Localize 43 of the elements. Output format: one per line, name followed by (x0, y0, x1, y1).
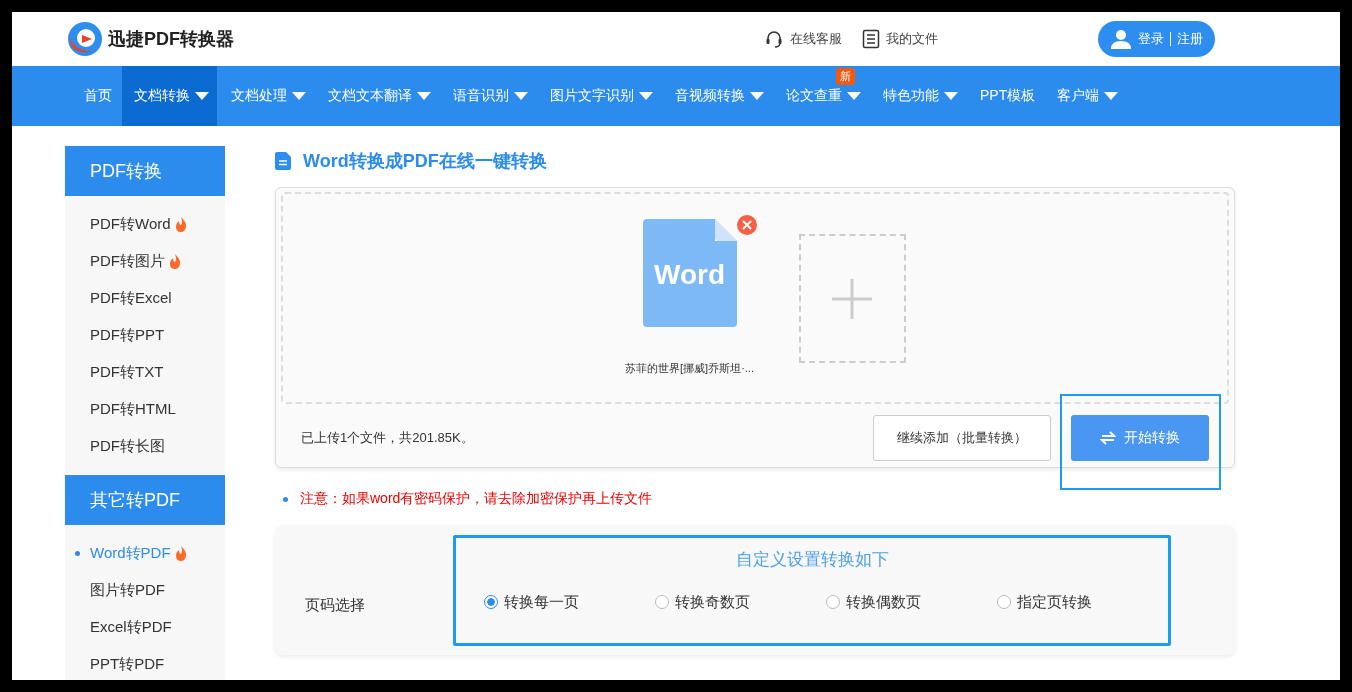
radio-option[interactable]: 转换偶数页 (826, 592, 997, 612)
setting-label: 页码选择 (304, 594, 366, 615)
document-icon (275, 152, 291, 170)
sidebar-item[interactable]: PDF转Excel (65, 280, 225, 317)
sidebar-item[interactable]: PDF转Word (65, 206, 225, 243)
file-icon (642, 219, 737, 327)
radio-button[interactable] (826, 595, 840, 609)
page-title: Word转换成PDF在线一键转换 (303, 150, 547, 173)
sidebar-item[interactable]: 图片转PDF (65, 572, 225, 609)
remove-icon (736, 215, 757, 235)
sidebar-item[interactable]: PDF转长图 (65, 428, 225, 465)
sidebar-item[interactable]: Excel转PDF (65, 609, 225, 646)
plus-icon (832, 278, 872, 319)
add-file-button[interactable] (798, 234, 906, 363)
file-name: 苏菲的世界[挪威]乔斯坦·... (625, 361, 754, 376)
sidebar-heading: PDF转换 (65, 146, 225, 196)
headset-icon (764, 29, 784, 49)
new-badge: 新 (836, 68, 855, 85)
warning-note: 注意：如果word有密码保护，请去除加密保护再上传文件 (300, 490, 653, 508)
user-icon (1110, 28, 1132, 50)
brand-name: 迅捷PDF转换器 (108, 28, 234, 51)
nav-item[interactable]: 文档转换 (122, 66, 217, 126)
add-more-button[interactable]: 继续添加（批量转换） (873, 415, 1051, 461)
radio-button[interactable] (655, 595, 669, 609)
sidebar-item[interactable]: PDF转PPT (65, 317, 225, 354)
drop-zone[interactable]: Word 苏菲的世界[挪威]乔斯坦·... (281, 192, 1229, 404)
sidebar-item[interactable]: PDF转图片 (65, 243, 225, 280)
radio-button[interactable] (997, 595, 1011, 609)
header-link[interactable]: 在线客服 (764, 29, 842, 49)
document-icon (862, 29, 880, 49)
radio-option[interactable]: 指定页转换 (997, 592, 1168, 612)
header-link[interactable]: 我的文件 (862, 29, 938, 49)
settings-heading: 自定义设置转换如下 (734, 548, 890, 571)
swap-icon (1100, 430, 1116, 446)
upload-summary: 已上传1个文件，共201.85K。 (301, 429, 475, 447)
sidebar-item[interactable]: PDF转HTML (65, 391, 225, 428)
radio-button[interactable] (484, 595, 498, 609)
radio-option[interactable]: 转换奇数页 (655, 592, 826, 612)
sidebar-item[interactable]: PDF转TXT (65, 354, 225, 391)
file-type-label: Word (653, 259, 726, 291)
radio-option[interactable]: 转换每一页 (484, 592, 655, 612)
sidebar-heading: 其它转PDF (65, 475, 225, 525)
sidebar-item[interactable]: PPT转PDF (65, 646, 225, 680)
